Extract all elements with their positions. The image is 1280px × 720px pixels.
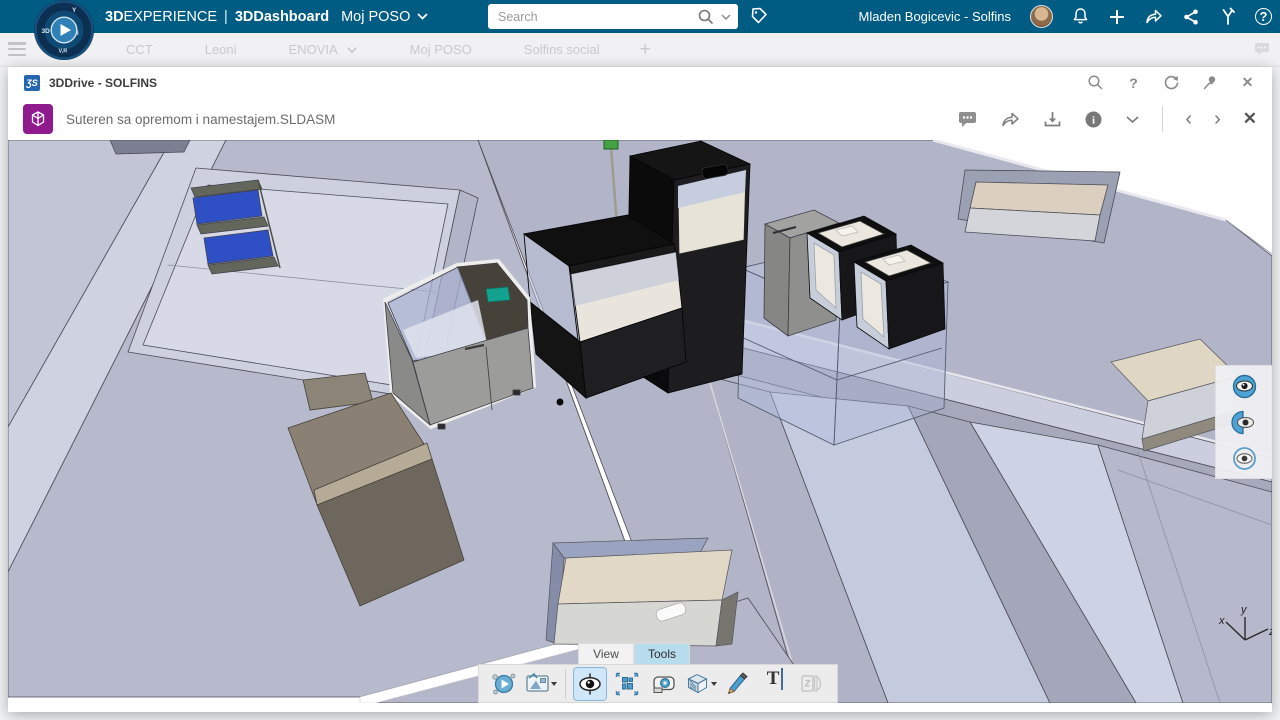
play-3d-icon [491,671,517,697]
viewer-toolbar: View Tools [478,643,838,703]
visibility-button[interactable] [574,668,606,700]
model-underfloor-cabinet [546,538,738,646]
section-button[interactable] [685,668,717,700]
tab-tools[interactable]: Tools [634,643,690,664]
window-header: ƷS 3DDrive - SOLFINS ? ✕ [8,67,1272,98]
3ddrive-window: ƷS 3DDrive - SOLFINS ? ✕ Suteren sa opre… [8,67,1272,712]
tab-solfins-social[interactable]: Solfins social [498,42,626,57]
compare-button[interactable] [796,668,828,700]
eye-hidden-icon[interactable] [1229,443,1259,473]
snapshot-icon [525,671,549,697]
notifications-bell-icon[interactable] [1070,7,1090,27]
viewer-toolbar-tabs: View Tools [578,643,838,664]
comment-icon[interactable] [1254,42,1270,61]
markup-icon [725,671,751,697]
platform-top-bar: 3DEXPERIENCE | 3DDashboard Moj POSO Mlad… [0,0,1280,33]
visibility-panel [1215,365,1272,479]
info-icon[interactable]: i [1084,110,1103,129]
fit-all-button[interactable] [611,668,643,700]
tab-enovia[interactable]: ENOVIA [263,42,384,57]
svg-text:3D: 3D [42,28,51,35]
visibility-icon [577,671,603,697]
dashboard-switcher[interactable]: Moj POSO [341,9,428,25]
search-icon[interactable] [1087,74,1104,91]
play-3d-button[interactable] [488,668,520,700]
compare-icon [799,672,825,696]
svg-text:x: x [1218,615,1225,627]
pin-icon[interactable] [1201,74,1218,91]
svg-text:Y: Y [72,7,77,14]
threeds-apps-icon[interactable] [1218,7,1238,27]
eye-visible-icon[interactable] [1229,371,1259,401]
assembly-document-icon [23,104,53,134]
eye-half-icon[interactable] [1229,407,1259,437]
help-icon[interactable]: ? [1125,74,1142,91]
section-dropdown-caret[interactable] [711,682,717,686]
brand-divider: | [224,9,228,25]
dashboard-tab-bar: CCT Leoni ENOVIA Moj POSO Solfins social… [0,33,1280,67]
chevron-down-icon [417,13,428,20]
refresh-icon[interactable] [1163,74,1180,91]
3d-viewport[interactable]: x y z View Tools [8,140,1272,703]
chevron-down-icon[interactable] [1125,115,1140,124]
previous-button[interactable]: ‹ [1185,109,1192,129]
chevron-down-icon [346,46,358,54]
markup-button[interactable] [722,668,754,700]
avatar[interactable] [1030,5,1053,28]
svg-text:V,R: V,R [59,49,68,55]
measure-icon [651,671,678,697]
viewer-toolbar-buttons: T [478,664,838,703]
tab-leoni[interactable]: Leoni [179,42,263,57]
model-cube-printer-2 [854,245,945,349]
3ddrive-app-icon: ƷS [24,75,40,91]
user-name[interactable]: Mladen Bogicevic - Solfins [859,9,1011,24]
dashboard-tabs: CCT Leoni ENOVIA Moj POSO Solfins social… [100,33,665,66]
dashboard-name: Moj POSO [341,9,410,25]
tab-view[interactable]: View [578,643,634,664]
share-arrow-icon[interactable] [1144,7,1164,27]
svg-text:z: z [1268,626,1272,638]
app-name: 3DDashboard [235,9,329,25]
tab-moj-poso[interactable]: Moj POSO [384,42,498,57]
next-button[interactable]: › [1214,109,1221,129]
section-icon [685,671,709,696]
fit-icon [614,671,640,697]
snapshot-dropdown-caret[interactable] [551,682,557,686]
top-bar-right-cluster: Mladen Bogicevic - Solfins ? [859,0,1272,33]
add-tab-button[interactable]: + [626,39,665,61]
text-annotation-button[interactable]: T [759,668,791,700]
3d-model-canvas[interactable]: x y z [8,140,1272,703]
search-icon[interactable] [697,8,715,26]
help-icon[interactable]: ? [1255,8,1272,25]
snapshot-button[interactable] [525,668,557,700]
close-icon[interactable]: ✕ [1239,74,1256,91]
tag-icon[interactable] [748,5,770,27]
text-icon: T [767,668,780,690]
add-icon[interactable] [1107,7,1127,27]
window-header-icons: ? ✕ [1087,67,1256,98]
compass-logo[interactable]: 3D V,R Y i [33,0,95,61]
toolbar-separator [565,669,566,699]
brand-experience: EXPERIENCE [124,9,217,25]
close-icon[interactable]: ✕ [1243,109,1257,129]
text-cursor-icon [781,668,783,690]
comment-icon[interactable] [958,110,978,128]
document-bar: Suteren sa opremom i namestajem.SLDASM i… [8,98,1272,140]
window-title: 3DDrive - SOLFINS [49,76,157,90]
document-bar-icons: i ‹ › ✕ [958,98,1257,140]
brand: 3DEXPERIENCE | 3DDashboard Moj POSO [105,0,428,33]
search-input[interactable] [498,10,697,24]
share-icon[interactable] [1000,110,1021,129]
document-title: Suteren sa opremom i namestajem.SLDASM [66,112,335,127]
svg-text:i: i [1092,114,1095,126]
global-search[interactable] [488,4,738,29]
download-icon[interactable] [1043,110,1062,129]
hamburger-menu-icon[interactable] [8,42,26,56]
search-scope-chevron-icon[interactable] [720,13,732,21]
brand-3d: 3D [105,9,124,25]
measure-button[interactable] [648,668,680,700]
share-nodes-icon[interactable] [1181,7,1201,27]
tab-cct[interactable]: CCT [100,42,179,57]
divider [1162,106,1163,132]
